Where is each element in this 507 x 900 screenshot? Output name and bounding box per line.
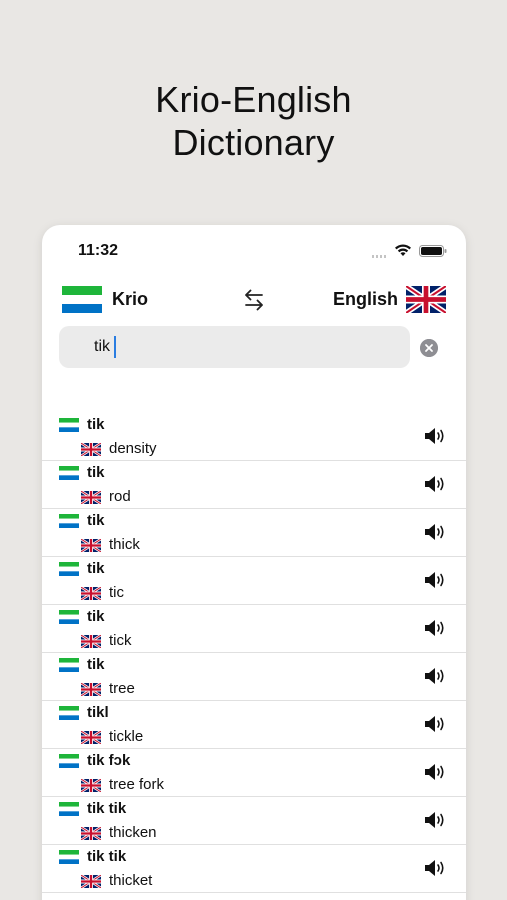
sierra-leone-flag-icon <box>59 706 79 720</box>
uk-flag-icon <box>406 286 446 313</box>
english-translation: density <box>109 440 157 457</box>
sierra-leone-flag-icon <box>59 658 79 672</box>
speaker-icon[interactable] <box>424 427 446 445</box>
sierra-leone-flag-icon <box>59 418 79 432</box>
wifi-icon <box>395 244 411 256</box>
krio-word: tik tik <box>87 800 127 817</box>
english-translation: thick <box>109 536 140 553</box>
krio-word: tik <box>87 608 105 625</box>
speaker-icon[interactable] <box>424 571 446 589</box>
krio-word: tik <box>87 656 105 673</box>
english-translation: tree fork <box>109 776 165 793</box>
uk-flag-icon <box>81 539 101 552</box>
english-translation: tickle <box>109 728 144 745</box>
target-language-label: English <box>332 289 398 309</box>
speaker-icon[interactable] <box>424 523 446 541</box>
english-translation: tick <box>109 632 132 649</box>
speaker-icon[interactable] <box>424 715 446 733</box>
result-row[interactable]: tik tree <box>42 653 466 701</box>
uk-flag-icon <box>81 491 101 504</box>
source-language-label: Krio <box>112 289 148 309</box>
headline-line-1: Krio-English <box>155 79 352 120</box>
result-row[interactable]: tik fɔk tree fork <box>42 749 466 797</box>
target-language-selector[interactable]: English <box>333 286 446 313</box>
status-bar: 11:32 <box>42 225 466 275</box>
result-row[interactable]: tik tik thicken <box>42 797 466 845</box>
sierra-leone-flag-icon <box>59 562 79 576</box>
speaker-icon[interactable] <box>424 763 446 781</box>
english-translation: tree <box>109 680 135 697</box>
battery-icon <box>419 245 447 257</box>
speaker-icon[interactable] <box>424 619 446 637</box>
result-row[interactable]: tikl tickle <box>42 701 466 749</box>
uk-flag-icon <box>81 875 101 888</box>
search-input[interactable] <box>59 326 410 368</box>
sierra-leone-flag-icon <box>59 850 79 864</box>
english-translation: thicket <box>109 872 153 889</box>
speaker-icon[interactable] <box>424 811 446 829</box>
uk-flag-icon <box>81 635 101 648</box>
sierra-leone-flag-icon <box>59 466 79 480</box>
language-bar: Krio English <box>42 283 466 317</box>
speaker-icon[interactable] <box>424 475 446 493</box>
english-translation: tic <box>109 584 124 601</box>
uk-flag-icon <box>81 779 101 792</box>
english-translation: thicken <box>109 824 157 841</box>
result-row[interactable]: tik tic <box>42 557 466 605</box>
sierra-leone-flag-icon <box>62 286 102 313</box>
uk-flag-icon <box>81 683 101 696</box>
result-row[interactable]: tik tik thicket <box>42 845 466 893</box>
result-row[interactable]: tik thick <box>42 509 466 557</box>
krio-word: tik tik <box>87 848 127 865</box>
sierra-leone-flag-icon <box>59 802 79 816</box>
krio-word: tik <box>87 512 105 529</box>
english-translation: rod <box>109 488 131 505</box>
speaker-icon[interactable] <box>424 667 446 685</box>
result-row[interactable]: tik tick <box>42 605 466 653</box>
headline: Krio-English Dictionary <box>0 78 507 164</box>
sierra-leone-flag-icon <box>59 514 79 528</box>
uk-flag-icon <box>81 587 101 600</box>
speaker-icon[interactable] <box>424 859 446 877</box>
uk-flag-icon <box>81 443 101 456</box>
krio-word: tikl <box>87 704 109 721</box>
krio-word: tik fɔk <box>87 752 131 769</box>
krio-word: tik <box>87 464 105 481</box>
source-language-selector[interactable]: Krio <box>62 286 148 313</box>
krio-word: tik <box>87 416 105 433</box>
status-time: 11:32 <box>78 242 119 259</box>
result-row[interactable]: tik rod <box>42 461 466 509</box>
phone-screen: 11:32 Krio English tik tik density tik r… <box>42 225 466 900</box>
result-row[interactable]: tik density <box>42 413 466 461</box>
signal-dots-icon <box>372 255 388 258</box>
uk-flag-icon <box>81 827 101 840</box>
sierra-leone-flag-icon <box>59 610 79 624</box>
swap-arrows-icon[interactable] <box>242 287 266 313</box>
krio-word: tik <box>87 560 105 577</box>
results-list: tik density tik rod tik thick tik tic tik tick tik… <box>42 413 466 893</box>
sierra-leone-flag-icon <box>59 754 79 768</box>
uk-flag-icon <box>81 731 101 744</box>
clear-circle-icon[interactable] <box>420 339 438 357</box>
text-caret <box>114 336 116 358</box>
headline-line-2: Dictionary <box>172 122 335 163</box>
